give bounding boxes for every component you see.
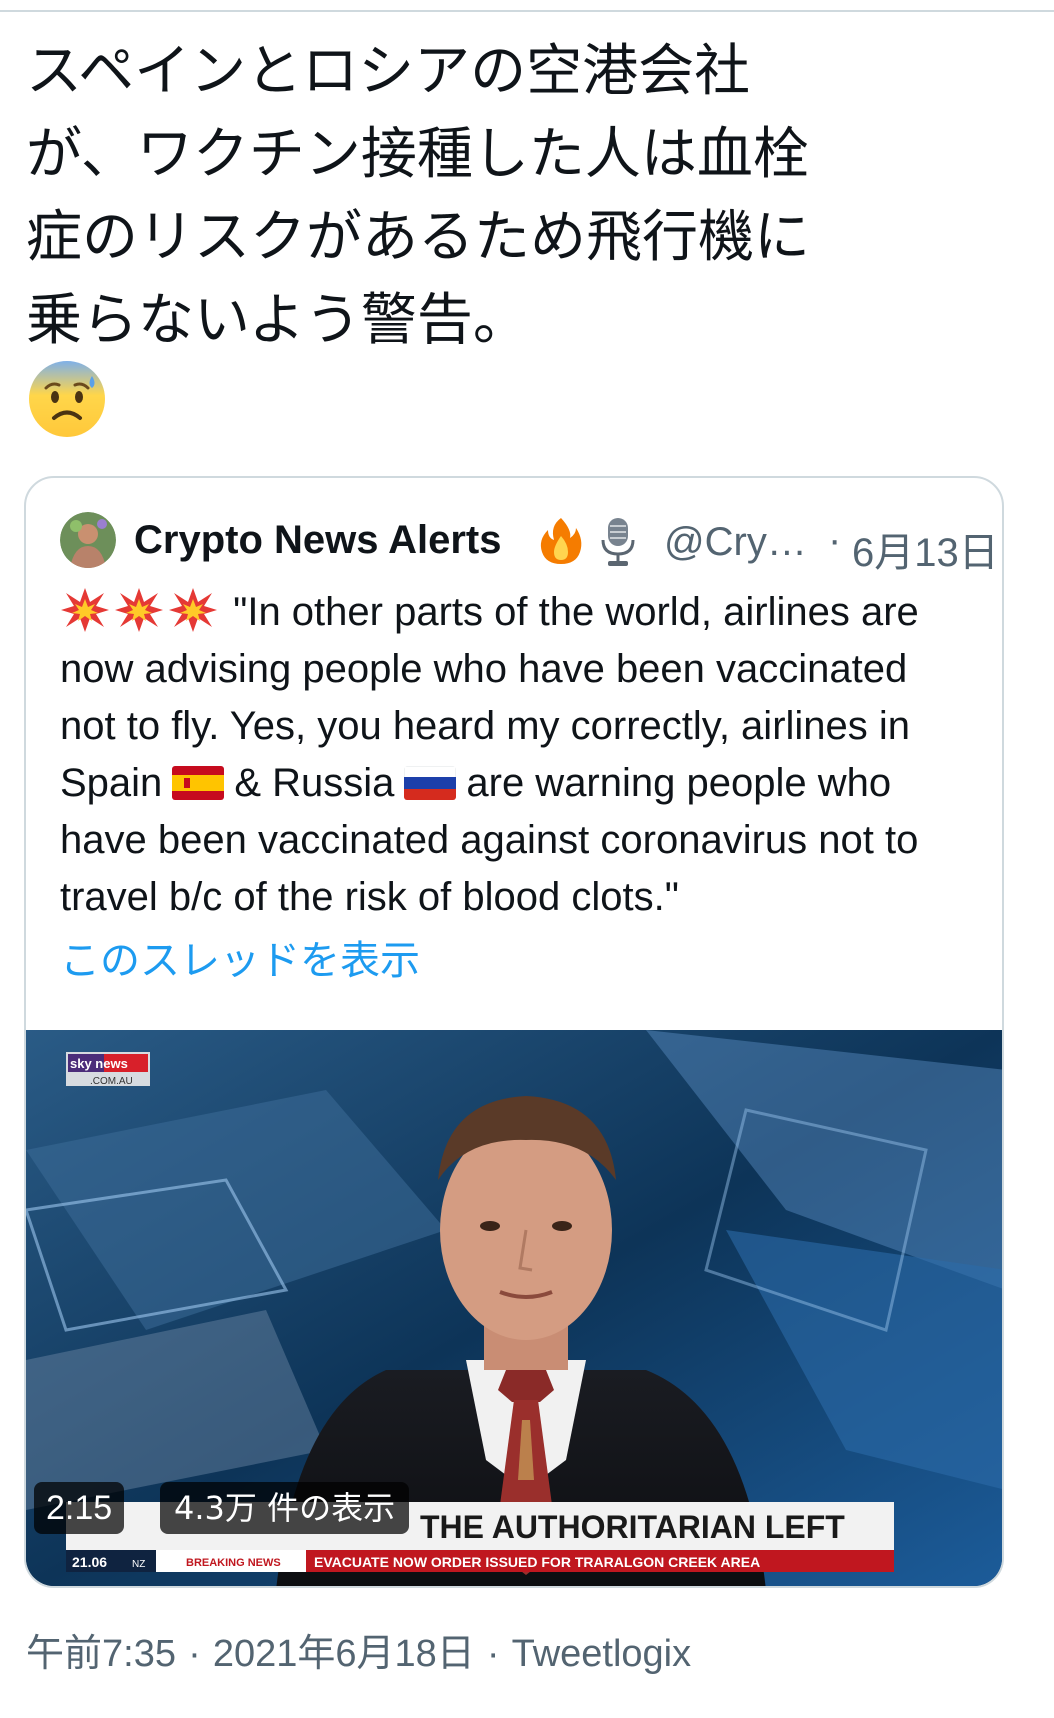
tweet-footer: 午前7:35 · 2021年6月18日 · Tweetlogix [26, 1622, 691, 1677]
tweet-date[interactable]: 2021年6月18日 [213, 1633, 475, 1675]
spain-flag-icon [172, 766, 225, 800]
body-line-3: not to fly. Yes, you heard my correctly,… [60, 704, 911, 748]
anxious-face-emoji [29, 361, 105, 437]
footer-sep-1: · [188, 1633, 201, 1675]
body-line-1: "In other parts of the world, airlines a… [233, 590, 919, 634]
russia-flag-icon [404, 766, 457, 800]
tweet-source[interactable]: Tweetlogix [512, 1633, 692, 1675]
time-zone: NZ [132, 1559, 145, 1570]
quoted-author-handle[interactable]: @Cry… [664, 520, 807, 565]
body-line-5: have been vaccinated against coronavirus… [60, 818, 919, 862]
collision-icon [115, 588, 163, 632]
quoted-date[interactable]: 6月13日 [852, 520, 999, 578]
quoted-tweet-body: "In other parts of the world, airlines a… [60, 584, 990, 926]
quoted-author-name[interactable]: Crypto News Alerts [134, 518, 502, 563]
avatar[interactable] [60, 512, 116, 568]
body-line-2: now advising people who have been vaccin… [60, 647, 908, 691]
body-russia: & Russia [234, 761, 395, 805]
fire-icon [540, 518, 582, 564]
body-line-4-end: are warning people who [466, 761, 892, 805]
top-divider [0, 10, 1054, 12]
breaking-news-label: BREAKING NEWS [186, 1557, 281, 1569]
video-duration: 2:15 [34, 1482, 125, 1534]
quoted-tweet-card[interactable]: Crypto News Alerts @Cry… · 6月13日 "In oth… [24, 476, 1004, 1588]
show-thread-link[interactable]: このスレッドを表示 [60, 928, 420, 986]
collision-icon [61, 588, 109, 632]
tweet-text: スペインとロシアの空港会社 が、ワクチン接種した人は血栓 症のリスクがあるため飛… [26, 39, 810, 353]
footer-sep-2: · [486, 1633, 500, 1675]
collision-icon [169, 588, 217, 632]
tweet-time[interactable]: 午前7:35 [26, 1633, 176, 1675]
channel-logo-sub: .COM.AU [90, 1076, 133, 1087]
quoted-tweet-header: Crypto News Alerts @Cry… · 6月13日 [60, 512, 999, 575]
separator-dot: · [828, 518, 842, 562]
time-bug: 21.06 [72, 1554, 107, 1570]
video-headline: THE AUTHORITARIAN LEFT [420, 1509, 845, 1545]
microphone-icon [601, 518, 635, 566]
body-line-6: travel b/c of the risk of blood clots." [60, 875, 679, 919]
news-ticker: EVACUATE NOW ORDER ISSUED FOR TRARALGON … [314, 1554, 760, 1570]
channel-logo-text: sky news [70, 1056, 128, 1071]
body-spain: Spain [60, 761, 163, 805]
video-view-count: 4.3万 件の表示 [160, 1482, 410, 1534]
